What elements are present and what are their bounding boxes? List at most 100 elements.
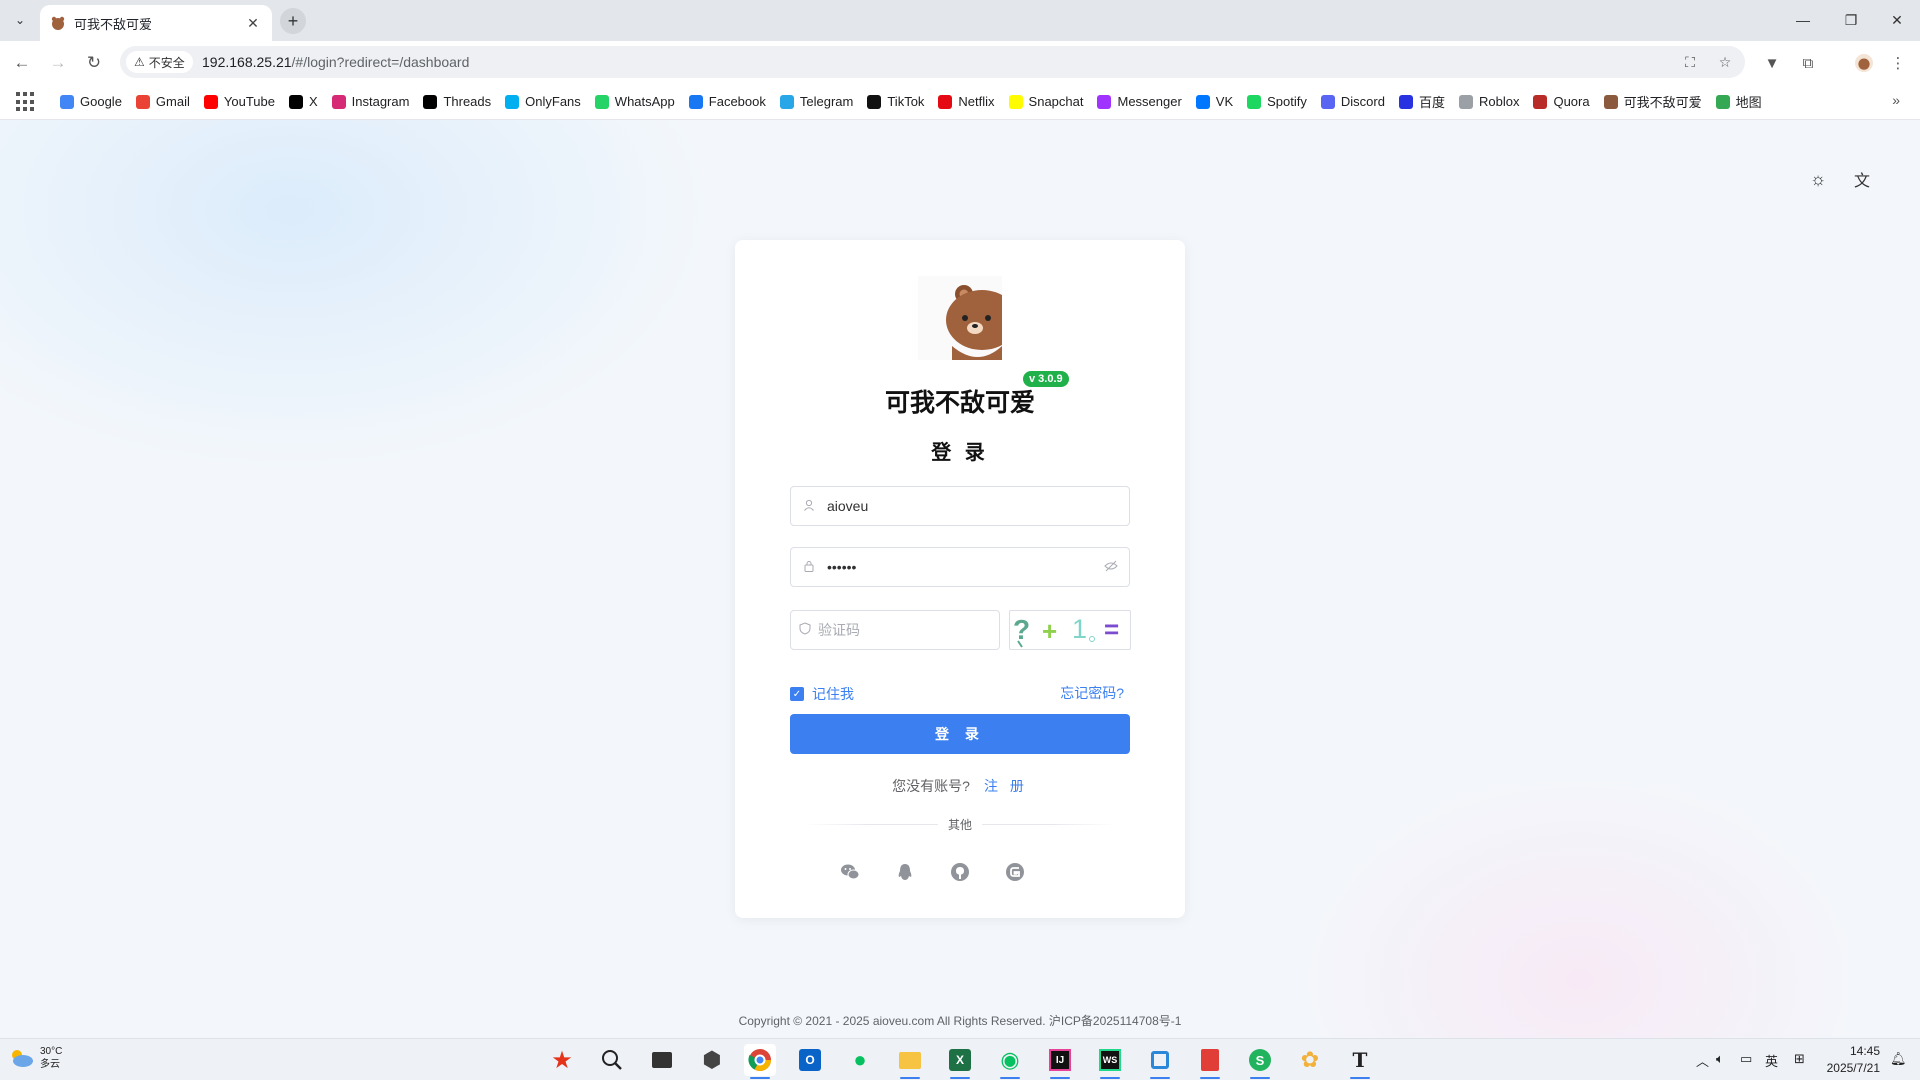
extensions-puzzle-icon[interactable]: ⧉ <box>1796 51 1820 75</box>
tray-expand-icon[interactable]: ︿ <box>1696 1051 1709 1070</box>
forward-button[interactable]: → <box>46 51 70 75</box>
register-link[interactable]: 注 册 <box>984 778 1028 794</box>
taskbar-excel[interactable]: X <box>944 1044 976 1079</box>
github-login-icon[interactable] <box>948 860 972 884</box>
close-tab-icon[interactable]: ✕ <box>244 15 262 32</box>
taskbar-remote-desktop[interactable] <box>1144 1044 1176 1079</box>
taskbar-wechat[interactable]: ● <box>844 1044 876 1076</box>
weather-widget[interactable]: 30°C 多云 <box>8 1045 62 1071</box>
bookmark-item[interactable]: TikTok <box>867 94 924 109</box>
tab-active[interactable]: 可我不敌可爱 ✕ <box>40 5 272 41</box>
bookmark-label: TikTok <box>887 94 925 109</box>
bookmark-label: Threads <box>443 94 492 109</box>
arrow-right-icon: → <box>49 53 67 72</box>
bookmark-star-icon[interactable]: ☆ <box>1715 52 1735 72</box>
taskbar-app-star[interactable]: ★ <box>546 1044 578 1076</box>
taskbar-app-red[interactable] <box>1194 1044 1226 1079</box>
security-chip[interactable]: ⚠ 不安全 <box>126 51 193 73</box>
captcha-input[interactable] <box>818 612 999 648</box>
url-text[interactable]: 192.168.25.21/#/login?redirect=/dashboar… <box>202 54 469 70</box>
bookmark-item[interactable]: Facebook <box>688 94 766 109</box>
whatsapp-icon <box>594 94 609 109</box>
username-input[interactable] <box>827 488 1129 524</box>
menu-kebab-icon[interactable]: ⋮ <box>1886 51 1910 75</box>
reload-button[interactable]: ↻ <box>82 51 106 75</box>
ime-mode-icon[interactable]: ⊞ <box>1794 1051 1805 1067</box>
bookmark-item[interactable]: X <box>288 94 318 109</box>
wechat-login-icon[interactable] <box>838 860 862 884</box>
bookmark-label: OnlyFans <box>525 94 581 109</box>
address-bar[interactable]: ⚠ 不安全 192.168.25.21/#/login?redirect=/da… <box>120 46 1745 78</box>
captcha-image[interactable]: ? + 1 = <box>1009 610 1131 650</box>
theme-toggle-sun-icon[interactable]: ☼ <box>1807 168 1829 190</box>
bookmark-item[interactable]: Gmail <box>135 94 190 109</box>
taskbar-file-explorer[interactable] <box>894 1044 926 1079</box>
restore-button[interactable]: ❐ <box>1836 8 1866 32</box>
bookmark-item[interactable]: VK <box>1195 94 1233 109</box>
bookmark-item[interactable]: Netflix <box>938 94 995 109</box>
taskbar-outlook[interactable]: O <box>794 1044 826 1076</box>
extension-v-icon[interactable]: ▼ <box>1760 51 1784 75</box>
bookmark-item[interactable]: 可我不敌可爱 <box>1603 92 1702 111</box>
bookmark-item[interactable]: YouTube <box>203 94 275 109</box>
ime-indicator[interactable]: 英 <box>1765 1051 1778 1070</box>
bookmark-label: Snapchat <box>1028 94 1084 109</box>
bookmark-item[interactable]: Discord <box>1320 94 1385 109</box>
login-button[interactable]: 登 录 <box>790 714 1130 754</box>
translate-page-icon[interactable]: ⛶ <box>1680 52 1700 72</box>
shield-icon <box>791 622 818 638</box>
bookmark-item[interactable]: Quora <box>1533 94 1590 109</box>
eye-off-icon[interactable] <box>1093 560 1129 575</box>
brand-name: 可我不敌可爱 <box>884 389 1035 417</box>
close-window-button[interactable]: ✕ <box>1882 8 1912 32</box>
new-tab-button[interactable]: + <box>280 8 306 34</box>
back-button[interactable]: ← <box>10 51 34 75</box>
taskbar-app-cube[interactable]: ⬢ <box>696 1044 728 1076</box>
volume-icon[interactable]: 🔈︎ <box>1716 1051 1724 1067</box>
qq-login-icon[interactable] <box>893 860 917 884</box>
bookmark-item[interactable]: Snapchat <box>1008 94 1084 109</box>
taskbar-webstorm[interactable]: WS <box>1094 1044 1126 1079</box>
gitee-login-icon[interactable] <box>1003 860 1027 884</box>
more-bookmarks-icon[interactable]: » <box>1892 92 1900 108</box>
bookmark-item[interactable]: Instagram <box>331 94 409 109</box>
network-icon[interactable]: ▭ <box>1740 1051 1752 1067</box>
bookmark-item[interactable]: Threads <box>423 94 491 109</box>
notification-bell-icon[interactable]: 🔔︎ <box>1890 1051 1907 1067</box>
minimize-button[interactable]: — <box>1788 8 1818 32</box>
bookmark-item[interactable]: Messenger <box>1097 94 1182 109</box>
bookmark-item[interactable]: Roblox <box>1458 94 1519 109</box>
password-field[interactable] <box>790 547 1130 587</box>
bookmark-item[interactable]: OnlyFans <box>505 94 581 109</box>
bookmark-item[interactable]: Google <box>60 94 122 109</box>
forgot-password-link[interactable]: 忘记密码? <box>1060 683 1124 703</box>
bookmark-item[interactable]: 地图 <box>1715 92 1762 111</box>
system-clock[interactable]: 14:45 2025/7/21 <box>1827 1043 1880 1077</box>
captcha-field[interactable] <box>790 610 1000 650</box>
vk-icon <box>1195 94 1210 109</box>
outlook-icon: O <box>799 1049 821 1071</box>
bookmark-item[interactable]: Spotify <box>1247 94 1307 109</box>
threads-icon <box>423 94 438 109</box>
bookmark-item[interactable]: 百度 <box>1398 92 1445 111</box>
profile-avatar[interactable] <box>1852 51 1876 75</box>
taskbar-intellij[interactable]: IJ <box>1044 1044 1076 1079</box>
taskbar-typora[interactable]: T <box>1344 1044 1376 1079</box>
taskbar-app-paw[interactable]: ✿ <box>1294 1044 1326 1076</box>
language-translate-icon[interactable]: 文 <box>1851 168 1873 190</box>
username-field[interactable] <box>790 486 1130 526</box>
remember-me-checkbox[interactable]: ✓ 记住我 <box>790 684 854 704</box>
bookmark-item[interactable]: Telegram <box>779 94 853 109</box>
taskbar-wechat-2[interactable]: ◉ <box>994 1044 1026 1079</box>
apps-grid-icon[interactable] <box>16 92 36 112</box>
taskbar-search[interactable] <box>596 1044 628 1076</box>
taskbar-app-green[interactable]: S <box>1244 1044 1276 1079</box>
facebook-icon <box>688 94 703 109</box>
password-input[interactable] <box>827 549 1093 585</box>
tab-search-button[interactable]: ⌄ <box>8 8 32 32</box>
close-icon: ✕ <box>1891 11 1903 28</box>
bookmark-item[interactable]: WhatsApp <box>594 94 675 109</box>
taskbar-chrome[interactable] <box>744 1044 776 1079</box>
google-icon <box>60 94 74 109</box>
taskbar-task-view[interactable] <box>646 1044 678 1076</box>
